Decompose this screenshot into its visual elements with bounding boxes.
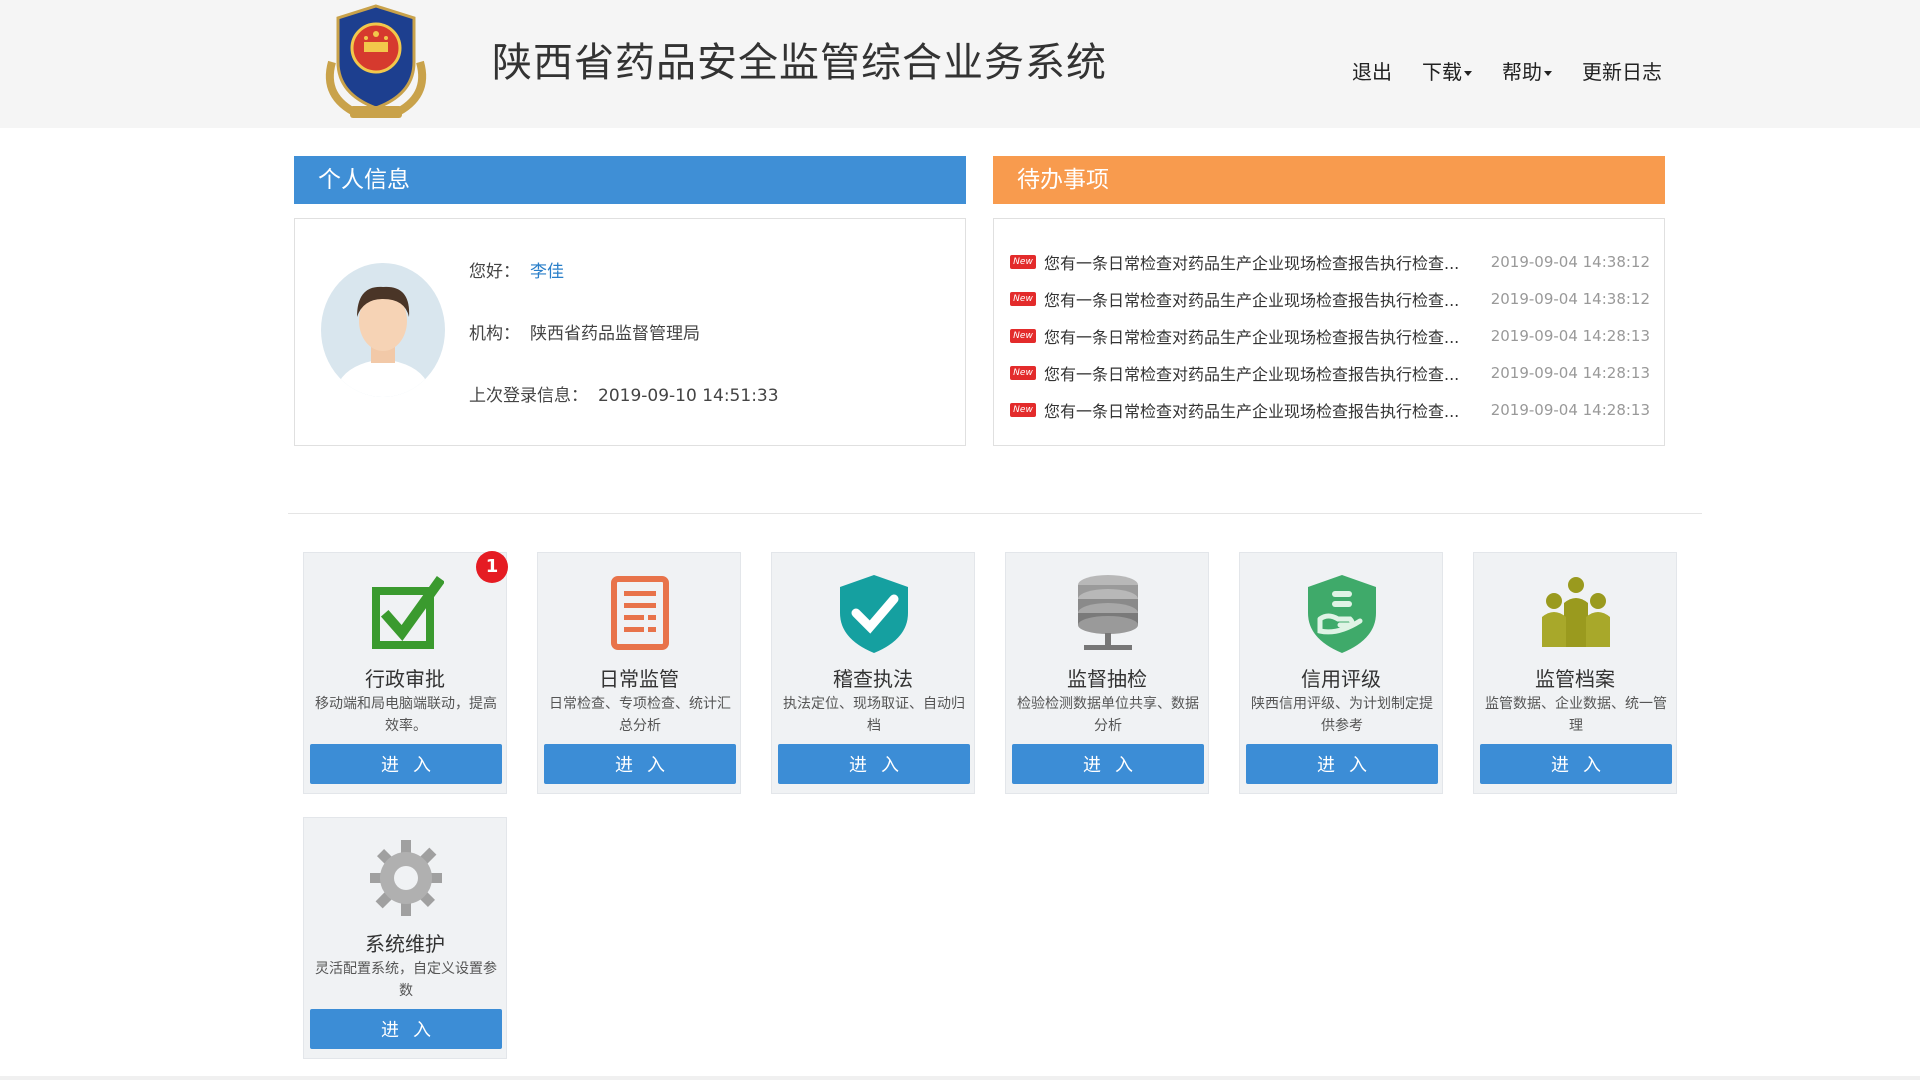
logout-link[interactable]: 退出 [1352,56,1392,85]
module-desc: 执法定位、现场取证、自动归档 [783,696,965,734]
checkbox-icon [372,576,444,649]
gear-icon [370,840,442,916]
enter-button[interactable]: 进入 [1012,744,1204,784]
user-name[interactable]: 李佳 [530,262,564,282]
module-desc: 日常检查、专项检查、统计汇总分析 [549,696,731,734]
last-login-label: 上次登录信息： [469,386,588,406]
module-card-supervision-archive: 监管档案 监管数据、企业数据、统一管理 进入 [1473,552,1677,794]
module-name: 监督抽检 [1067,667,1147,691]
personal-info-header: 个人信息 [294,156,966,204]
footer-divider [0,1076,1920,1080]
todo-text[interactable]: 您有一条日常检查对药品生产企业现场检查报告执行检查... [1044,287,1477,311]
caret-down-icon [1544,71,1552,76]
enter-button[interactable]: 进入 [310,1009,502,1049]
module-name: 信用评级 [1301,667,1381,691]
enter-button[interactable]: 进入 [544,744,736,784]
new-badge: New [1010,328,1036,343]
module-desc: 监管数据、企业数据、统一管理 [1485,696,1667,734]
people-icon [1542,577,1610,647]
document-icon [611,576,669,650]
download-menu[interactable]: 下载 [1422,56,1472,85]
greeting-row: 您好： 李佳 [469,257,564,282]
notification-badge: 1 [476,551,508,583]
todo-text[interactable]: 您有一条日常检查对药品生产企业现场检查报告执行检查... [1044,250,1477,274]
caret-down-icon [1464,71,1472,76]
list-item[interactable]: New 您有一条日常检查对药品生产企业现场检查报告执行检查... 2019-09… [1010,354,1650,391]
enter-button[interactable]: 进入 [1246,744,1438,784]
module-card-inspection-enforcement: 稽查执法 执法定位、现场取证、自动归档 进入 [771,552,975,794]
shield-check-icon [840,575,908,653]
changelog-link[interactable]: 更新日志 [1582,56,1662,85]
enter-button[interactable]: 进入 [310,744,502,784]
enter-button[interactable]: 进入 [1480,744,1672,784]
org-value: 陕西省药品监督管理局 [530,324,700,344]
credit-shield-icon [1308,575,1376,653]
todo-panel: New 您有一条日常检查对药品生产企业现场检查报告执行检查... 2019-09… [993,218,1665,446]
top-nav: 退出 下载 帮助 更新日志 [1352,56,1662,85]
module-card-system-maintenance: 系统维护 灵活配置系统，自定义设置参数 进入 [303,817,507,1059]
module-desc: 灵活配置系统，自定义设置参数 [315,961,497,999]
todo-header: 待办事项 [993,156,1665,204]
module-name: 监管档案 [1535,667,1615,691]
todo-time: 2019-09-04 14:28:13 [1490,400,1650,419]
module-desc: 移动端和局电脑端联动，提高效率。 [315,696,497,734]
todo-text[interactable]: 您有一条日常检查对药品生产企业现场检查报告执行检查... [1044,398,1477,422]
list-item[interactable]: New 您有一条日常检查对药品生产企业现场检查报告执行检查... 2019-09… [1010,317,1650,354]
module-card-admin-approval: 1 行政审批 移动端和局电脑端联动，提高效率。 进入 [303,551,508,794]
todo-time: 2019-09-04 14:38:12 [1490,252,1650,271]
personal-info-panel: 您好： 李佳 机构： 陕西省药品监督管理局 上次登录信息： 2019-09-10 14… [294,218,966,446]
module-desc: 检验检测数据单位共享、数据分析 [1017,696,1199,734]
national-emblem-logo [325,4,427,118]
module-card-credit-rating: 信用评级 陕西信用评级、为计划制定提供参考 进入 [1239,552,1443,794]
download-label: 下载 [1422,60,1462,84]
todo-time: 2019-09-04 14:28:13 [1490,326,1650,345]
last-login-row: 上次登录信息： 2019-09-10 14:51:33 [469,381,779,406]
org-row: 机构： 陕西省药品监督管理局 [469,319,700,344]
database-icon [1078,575,1138,650]
logout-label: 退出 [1352,60,1392,84]
last-login-value: 2019-09-10 14:51:33 [598,386,779,406]
todo-time: 2019-09-04 14:38:12 [1490,289,1650,308]
module-name: 系统维护 [365,932,445,956]
module-card-sampling-inspection: 监督抽检 检验检测数据单位共享、数据分析 进入 [1005,552,1209,794]
changelog-label: 更新日志 [1582,60,1662,84]
list-item[interactable]: New 您有一条日常检查对药品生产企业现场检查报告执行检查... 2019-09… [1010,280,1650,317]
enter-button[interactable]: 进入 [778,744,970,784]
system-title: 陕西省药品安全监管综合业务系统 [492,40,1107,86]
todo-time: 2019-09-04 14:28:13 [1490,363,1650,382]
module-name: 日常监管 [599,667,679,691]
new-badge: New [1010,365,1036,380]
org-label: 机构： [469,324,520,344]
list-item[interactable]: New 您有一条日常检查对药品生产企业现场检查报告执行检查... 2019-09… [1010,391,1650,428]
todo-text[interactable]: 您有一条日常检查对药品生产企业现场检查报告执行检查... [1044,324,1477,348]
todo-list: New 您有一条日常检查对药品生产企业现场检查报告执行检查... 2019-09… [1010,243,1650,428]
list-item[interactable]: New 您有一条日常检查对药品生产企业现场检查报告执行检查... 2019-09… [1010,243,1650,280]
avatar [321,263,445,397]
new-badge: New [1010,291,1036,306]
module-name: 稽查执法 [833,667,913,691]
user-avatar-icon [335,286,431,397]
help-label: 帮助 [1502,60,1542,84]
module-desc: 陕西信用评级、为计划制定提供参考 [1251,696,1433,734]
help-menu[interactable]: 帮助 [1502,56,1552,85]
greeting-label: 您好： [469,262,520,282]
new-badge: New [1010,402,1036,417]
module-name: 行政审批 [365,667,445,691]
new-badge: New [1010,254,1036,269]
module-card-daily-supervision: 日常监管 日常检查、专项检查、统计汇总分析 进入 [537,552,741,794]
header: 陕西省药品安全监管综合业务系统 退出 下载 帮助 更新日志 [0,0,1920,128]
divider [288,513,1702,514]
todo-text[interactable]: 您有一条日常检查对药品生产企业现场检查报告执行检查... [1044,361,1477,385]
